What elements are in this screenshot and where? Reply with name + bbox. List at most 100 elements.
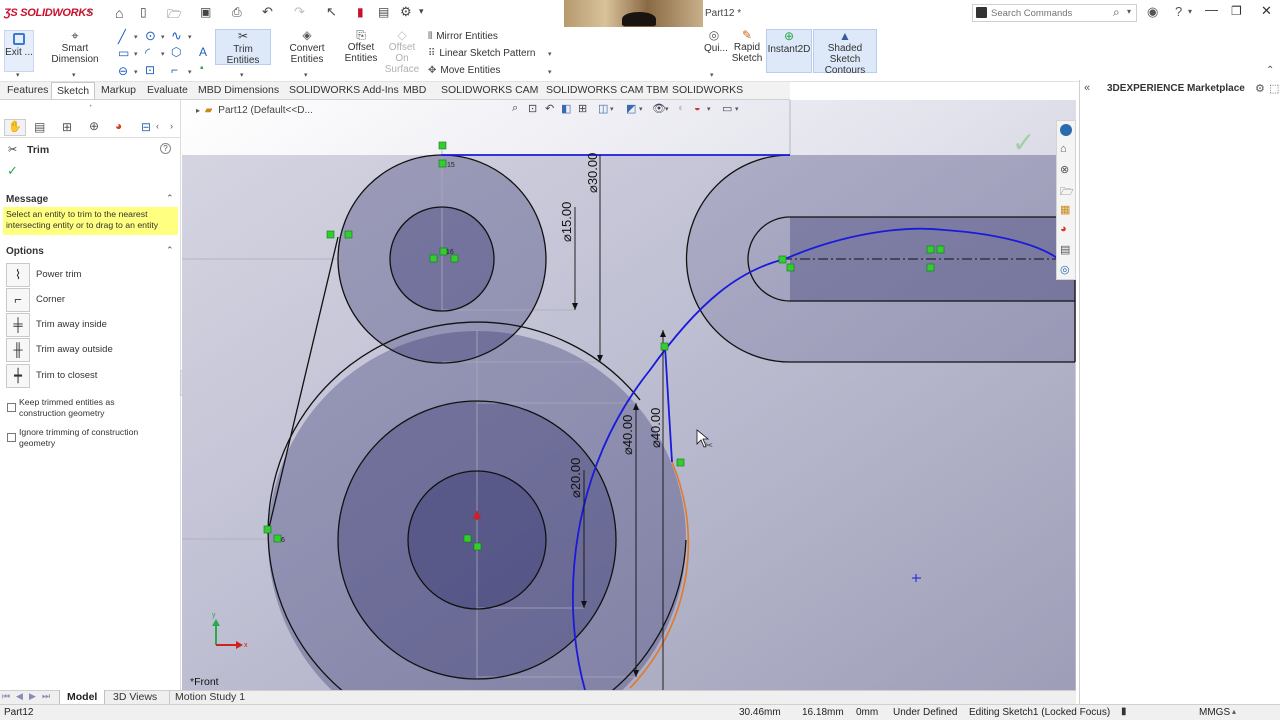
new-document-icon[interactable]: ▯ bbox=[140, 5, 147, 19]
save-icon[interactable]: ▣ bbox=[200, 5, 211, 19]
zoom-to-area-icon[interactable]: ⊡ bbox=[528, 102, 537, 115]
line-dropdown-icon[interactable]: ▾ bbox=[134, 33, 138, 41]
graphics-area[interactable]: ⌀30.00 ⌀15.00 ⌀40.00 ⌀40.00 ⌀20.00 15 16… bbox=[182, 100, 1076, 690]
design-library-icon[interactable]: ⊗ bbox=[1060, 163, 1069, 176]
trim-dropdown-icon[interactable]: ▾ bbox=[240, 71, 244, 79]
options-dropdown-icon[interactable]: ▾ bbox=[419, 6, 424, 17]
dim-40b-label[interactable]: ⌀40.00 bbox=[648, 408, 663, 448]
dimxpert-tab-icon[interactable]: ⊕ bbox=[89, 119, 99, 133]
trim-entities-button[interactable]: ✂ Trim Entities bbox=[215, 29, 271, 66]
exit-sketch-button[interactable]: Exit ... bbox=[4, 30, 34, 72]
options-collapse-icon[interactable]: ⌃ bbox=[166, 245, 174, 256]
close-icon[interactable]: ✕ bbox=[1261, 3, 1272, 19]
options-gear-icon[interactable]: ⚙ bbox=[400, 4, 412, 20]
user-account-icon[interactable]: ◉ bbox=[1147, 4, 1158, 20]
search-dropdown-icon[interactable]: ▾ bbox=[1127, 7, 1131, 16]
sketch-svg[interactable]: ⌀30.00 ⌀15.00 ⌀40.00 ⌀40.00 ⌀20.00 15 16… bbox=[182, 100, 1076, 690]
smart-dimension-dropdown-icon[interactable]: ▾ bbox=[72, 71, 76, 79]
zoom-to-fit-icon[interactable]: ⌕ bbox=[512, 102, 518, 115]
tab-solidworks-cam[interactable]: SOLIDWORKS CAM bbox=[436, 82, 543, 99]
tab-mbd[interactable]: MBD bbox=[398, 82, 431, 99]
panel-splitter[interactable]: • bbox=[0, 104, 181, 110]
feature-manager-tab-icon[interactable]: ✋ bbox=[4, 119, 26, 136]
help-dropdown-icon[interactable]: ▾ bbox=[1188, 7, 1192, 16]
dim-40a-label[interactable]: ⌀40.00 bbox=[620, 415, 635, 455]
slot-tool-icon[interactable]: ⊖ bbox=[118, 64, 128, 78]
view-orientation-dropdown-icon[interactable]: ▾ bbox=[610, 105, 614, 113]
search-commands-input[interactable] bbox=[991, 6, 1109, 20]
dynamic-annotation-icon[interactable]: ⊞ bbox=[578, 102, 587, 115]
rebuild-icon[interactable]: ▮ bbox=[357, 5, 364, 19]
fillet-dropdown-icon[interactable]: ▾ bbox=[188, 68, 192, 76]
previous-view-icon[interactable]: ↶ bbox=[545, 102, 554, 115]
minimize-icon[interactable]: — bbox=[1205, 2, 1218, 17]
view-palette-icon[interactable]: ▦ bbox=[1060, 203, 1070, 216]
file-explorer-icon[interactable]: 🗁 bbox=[1060, 183, 1074, 202]
custom-properties-icon[interactable]: ▤ bbox=[1060, 243, 1070, 256]
fillet-tool-icon[interactable]: ⌐ bbox=[171, 63, 178, 77]
cam-tab-icon[interactable]: ⊟ bbox=[141, 120, 151, 134]
mirror-entities-button[interactable]: ⫴ Mirror Entities bbox=[428, 31, 498, 42]
view-orientation-icon[interactable]: ◫ bbox=[598, 102, 608, 115]
quick-snaps-dropdown-icon[interactable]: ▾ bbox=[710, 71, 714, 79]
hide-show-dropdown-icon[interactable]: ▾ bbox=[665, 105, 669, 113]
move-entities-button[interactable]: ✥ Move Entities bbox=[428, 65, 500, 76]
rectangle-tool-icon[interactable]: ▭ bbox=[118, 46, 129, 60]
linear-pattern-dropdown-icon[interactable]: ▾ bbox=[548, 50, 552, 58]
tab-solidworks-add-ins[interactable]: SOLIDWORKS Add-Ins bbox=[284, 82, 404, 99]
point-tool-icon[interactable]: ⊡ bbox=[145, 63, 155, 77]
quick-snaps-button[interactable]: ◎ Qui... bbox=[704, 29, 728, 54]
spline-tool-icon[interactable]: ∿ bbox=[171, 28, 182, 44]
keep-trimmed-checkbox[interactable] bbox=[7, 403, 16, 412]
solidworks-resources-icon[interactable]: ⌂ bbox=[1060, 143, 1067, 155]
dim-30-label[interactable]: ⌀30.00 bbox=[585, 153, 600, 193]
view-settings-icon[interactable]: ▭ bbox=[722, 102, 732, 115]
slot-dropdown-icon[interactable]: ▾ bbox=[134, 68, 138, 76]
task-pane-pin-icon[interactable]: ⬚ bbox=[1269, 82, 1279, 95]
print-icon[interactable]: ⎙ bbox=[232, 5, 242, 20]
offset-entities-button[interactable]: ⎘ Offset Entities bbox=[342, 29, 380, 64]
shaded-sketch-contours-button[interactable]: ▲ Shaded Sketch Contours bbox=[813, 29, 877, 76]
undo-icon[interactable]: ↶ bbox=[262, 4, 273, 20]
rectangle-dropdown-icon[interactable]: ▾ bbox=[134, 50, 138, 58]
tab-solidworks-inspection[interactable]: SOLIDWORKS Inspection bbox=[667, 82, 790, 113]
convert-entities-button[interactable]: ◈ Convert Entities bbox=[273, 29, 341, 65]
tab-model[interactable]: Model bbox=[59, 690, 106, 705]
ignore-trimming-checkbox[interactable] bbox=[7, 433, 16, 442]
instant2d-button[interactable]: ⊕ Instant2D bbox=[766, 29, 812, 73]
smart-dimension-button[interactable]: ⌖ Smart Dimension bbox=[38, 29, 112, 65]
appearances-icon[interactable]: ◕ bbox=[1060, 223, 1067, 235]
home-icon[interactable]: ⌂ bbox=[115, 5, 123, 21]
line-tool-icon[interactable]: ╱ bbox=[118, 29, 126, 45]
task-pane-collapse-icon[interactable]: « bbox=[1084, 82, 1090, 94]
open-folder-icon[interactable]: 🗁 bbox=[167, 5, 182, 26]
apply-scene-icon[interactable]: ◒ bbox=[694, 102, 701, 114]
select-arrow-icon[interactable]: ↖ bbox=[326, 4, 337, 20]
units-dropdown-icon[interactable]: ▴ bbox=[1232, 707, 1236, 716]
ok-checkmark-icon[interactable]: ✓ bbox=[7, 163, 18, 179]
scroll-first-icon[interactable]: ⏮ bbox=[2, 691, 10, 702]
dim-15-label[interactable]: ⌀15.00 bbox=[559, 202, 574, 242]
tab-features[interactable]: Features bbox=[2, 82, 53, 99]
flyout-tree-item[interactable]: ▸ ▰ Part12 (Default<<D... bbox=[196, 105, 313, 116]
configuration-manager-tab-icon[interactable]: ⊞ bbox=[62, 120, 72, 134]
tab-solidworks-cam-tbm[interactable]: SOLIDWORKS CAM TBM bbox=[541, 82, 673, 99]
restore-icon[interactable]: ❐ bbox=[1231, 4, 1242, 18]
tabs-scroll-right-icon[interactable]: › bbox=[170, 121, 173, 131]
tabs-scroll-left-icon[interactable]: ‹ bbox=[156, 121, 159, 131]
3dexperience-marketplace-icon[interactable] bbox=[1060, 124, 1072, 136]
file-properties-icon[interactable]: ▤ bbox=[378, 5, 389, 19]
move-dropdown-icon[interactable]: ▾ bbox=[548, 68, 552, 76]
scroll-last-icon[interactable]: ⏭ bbox=[42, 691, 50, 702]
text-tool-icon[interactable]: A bbox=[199, 45, 207, 59]
convert-dropdown-icon[interactable]: ▾ bbox=[304, 71, 308, 79]
dim-20-label[interactable]: ⌀20.00 bbox=[568, 458, 583, 498]
help-icon[interactable]: ? bbox=[1175, 4, 1182, 19]
view-settings-dropdown-icon[interactable]: ▾ bbox=[735, 105, 739, 113]
circle-tool-icon[interactable]: ⊙ bbox=[145, 28, 156, 44]
tab-markup[interactable]: Markup bbox=[96, 82, 141, 99]
arc-tool-icon[interactable]: ◜ bbox=[145, 45, 150, 61]
solidworks-logo[interactable]: ƷS SOLIDWORKS bbox=[4, 7, 93, 19]
redo-icon[interactable]: ↷ bbox=[294, 4, 305, 20]
search-commands-box[interactable]: ⌕ ▾ bbox=[972, 4, 1137, 22]
